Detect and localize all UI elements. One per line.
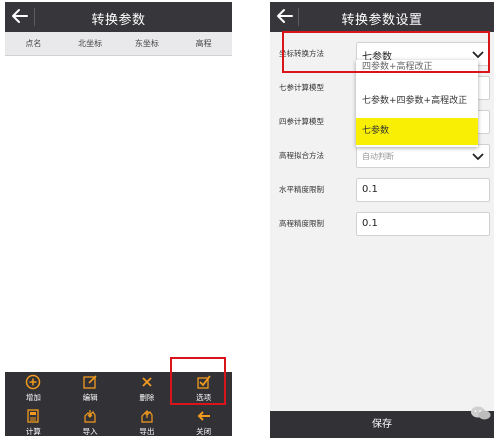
conversion-method-dropdown: 四参数+高程改正 七参数+四参数+高程改正 七参数	[356, 60, 478, 147]
horizontal-precision-label: 水平精度限制	[279, 185, 324, 194]
row-elevation-precision: 高程精度限制 0.1	[270, 208, 494, 240]
close-button[interactable]: 关闭	[175, 408, 232, 437]
export-button[interactable]: 导出	[119, 408, 176, 437]
column-header-elevation: 高程	[195, 39, 212, 48]
delete-label: 删除	[139, 393, 155, 402]
edit-icon	[83, 375, 97, 389]
options-highlight-box	[170, 357, 226, 405]
elevation-precision-label: 高程精度限制	[279, 219, 324, 228]
wechat-logo-icon	[471, 406, 491, 420]
row-horizontal-precision: 水平精度限制 0.1	[270, 174, 494, 206]
column-header-east: 东坐标	[134, 39, 159, 48]
add-label: 增加	[25, 393, 41, 402]
import-button[interactable]: 导入	[62, 408, 119, 437]
page-title: 转换参数设置	[341, 13, 423, 28]
calculate-button[interactable]: 计算	[5, 408, 62, 437]
elevation-precision-value: 0.1	[362, 218, 378, 229]
column-header-point-name: 点名	[25, 39, 42, 48]
close-label: 关闭	[196, 427, 212, 436]
export-label: 导出	[139, 427, 155, 436]
arrow-back-icon	[197, 411, 210, 421]
left-header: 转换参数	[5, 2, 232, 32]
four-param-model-label: 四参计算模型	[279, 117, 324, 126]
elevation-fit-label: 高程拟合方法	[279, 151, 324, 160]
save-button[interactable]: 保存	[270, 411, 494, 438]
edit-button[interactable]: 编辑	[62, 374, 119, 403]
calculate-label: 计算	[25, 427, 41, 436]
elevation-precision-input[interactable]: 0.1	[356, 212, 490, 236]
horizontal-precision-input[interactable]: 0.1	[356, 178, 490, 202]
point-list[interactable]	[5, 56, 232, 372]
dropdown-option-selected[interactable]: 七参数	[356, 118, 478, 145]
export-hand-icon	[141, 410, 153, 423]
edit-label: 编辑	[82, 393, 98, 402]
chevron-down-icon	[472, 153, 484, 161]
seven-param-model-label: 七参计算模型	[279, 83, 324, 92]
elevation-fit-select[interactable]: 自动判断	[356, 144, 490, 168]
page-title: 转换参数	[91, 13, 146, 28]
calculator-icon	[27, 409, 40, 423]
delete-x-icon	[142, 377, 152, 387]
import-hand-icon	[84, 410, 96, 423]
import-label: 导入	[82, 427, 98, 436]
table-header: 点名 北坐标 东坐标 高程	[5, 32, 232, 56]
add-button[interactable]: 增加	[5, 374, 62, 403]
dropdown-option[interactable]: 七参数+四参数+高程改正	[356, 91, 478, 111]
delete-button[interactable]: 删除	[119, 374, 176, 403]
horizontal-precision-value: 0.1	[362, 184, 378, 195]
right-header: 转换参数设置	[270, 2, 494, 32]
plus-circle-icon	[26, 374, 41, 390]
conversion-method-highlight-box	[282, 31, 490, 73]
elevation-fit-value: 自动判断	[362, 152, 394, 161]
column-header-north: 北坐标	[78, 39, 103, 48]
